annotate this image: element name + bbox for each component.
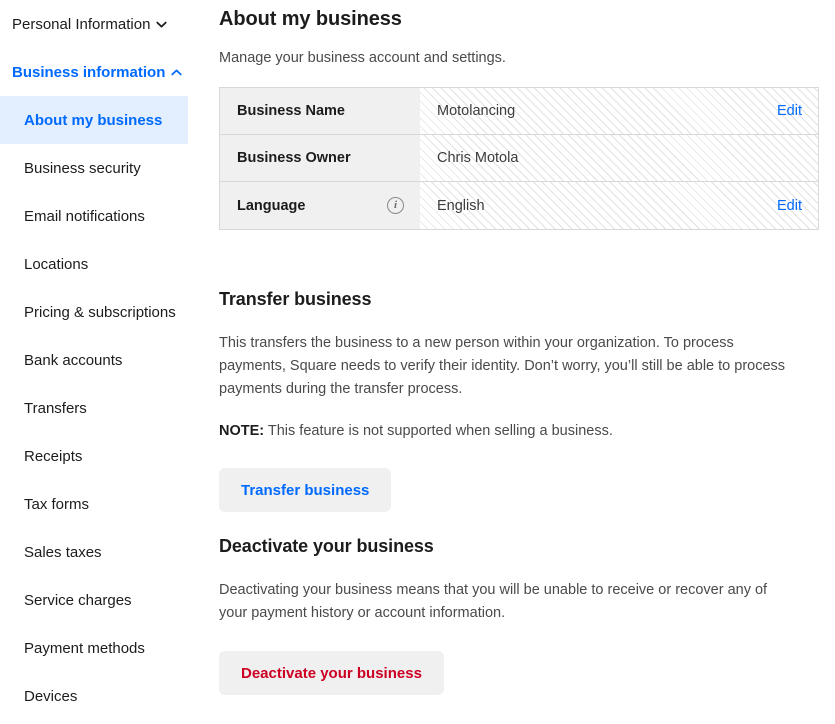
sidebar-item-label: Receipts (24, 447, 83, 465)
table-cell-label: Business Owner (220, 135, 420, 181)
sidebar-item-label: Sales taxes (24, 543, 102, 561)
sidebar-item-transfers[interactable]: Transfers (0, 384, 200, 432)
table-row: Business Name Motolancing Edit (220, 88, 818, 135)
transfer-note-body: This feature is not supported when selli… (267, 423, 613, 439)
transfer-business-description: This transfers the business to a new per… (219, 335, 786, 397)
table-value-text: Motolancing (437, 103, 516, 119)
sidebar-item-business-security[interactable]: Business security (0, 144, 200, 192)
sidebar-item-label: Locations (24, 255, 89, 273)
sidebar-item-service-charges[interactable]: Service charges (0, 576, 200, 624)
sidebar-item-label: Payment methods (24, 639, 145, 657)
table-cell-value: Motolancing Edit (420, 88, 818, 134)
sidebar-item-label: Tax forms (24, 495, 90, 513)
table-cell-value: Chris Motola (420, 135, 818, 181)
sidebar-group-business-information[interactable]: Business information (0, 48, 200, 96)
chevron-down-icon (156, 19, 168, 30)
sidebar-group-label: Personal Information (12, 15, 151, 33)
transfer-business-section: Transfer business This transfers the bus… (219, 289, 835, 512)
table-row: Language i English Edit (220, 182, 818, 229)
page-title: About my business (219, 8, 402, 30)
table-label-text: Business Name (237, 103, 345, 119)
business-info-table: Business Name Motolancing Edit Business … (219, 87, 819, 230)
sidebar-item-bank-accounts[interactable]: Bank accounts (0, 336, 200, 384)
sidebar-item-email-notifications[interactable]: Email notifications (0, 192, 200, 240)
page-subtitle: Manage your business account and setting… (219, 50, 506, 66)
sidebar-item-payment-methods[interactable]: Payment methods (0, 624, 200, 672)
deactivate-business-section: Deactivate your business Deactivating yo… (219, 536, 835, 695)
sidebar-item-label: Email notifications (24, 207, 145, 225)
edit-language-link[interactable]: Edit (777, 198, 802, 214)
table-value-text: English (437, 197, 485, 214)
sidebar-group-label: Business information (12, 63, 166, 81)
table-label-text: Business Owner (237, 150, 351, 166)
edit-business-name-link[interactable]: Edit (777, 103, 802, 119)
transfer-note-prefix: NOTE: (219, 423, 265, 439)
sidebar-item-label: Pricing & subscriptions (24, 303, 176, 321)
deactivate-business-title: Deactivate your business (219, 536, 434, 556)
sidebar-item-label: Business security (24, 159, 141, 177)
sidebar-item-pricing-subscriptions[interactable]: Pricing & subscriptions (0, 288, 200, 336)
sidebar-group-personal-information[interactable]: Personal Information (0, 0, 200, 48)
info-circle-icon[interactable]: i (387, 197, 404, 214)
sidebar-item-label: Transfers (24, 399, 87, 417)
table-cell-value: English Edit (420, 182, 818, 229)
sidebar-item-about-my-business[interactable]: About my business (0, 96, 188, 144)
table-cell-label: Language i (220, 182, 420, 229)
sidebar-item-label: Bank accounts (24, 351, 123, 369)
sidebar-item-label: Devices (24, 687, 78, 705)
table-label-text: Language (237, 197, 306, 214)
table-row: Business Owner Chris Motola (220, 135, 818, 182)
table-value-text: Chris Motola (437, 150, 519, 166)
sidebar-item-receipts[interactable]: Receipts (0, 432, 200, 480)
deactivate-business-button[interactable]: Deactivate your business (219, 651, 444, 695)
settings-sidebar: Personal Information Business informatio… (0, 0, 200, 724)
chevron-up-icon (171, 67, 182, 78)
deactivate-business-description: Deactivating your business means that yo… (219, 582, 768, 621)
table-cell-label: Business Name (220, 88, 420, 134)
transfer-business-note: NOTE: This feature is not supported when… (219, 420, 835, 443)
transfer-business-button[interactable]: Transfer business (219, 468, 392, 512)
sidebar-item-label: About my business (24, 111, 163, 129)
transfer-business-title: Transfer business (219, 289, 372, 309)
sidebar-item-sales-taxes[interactable]: Sales taxes (0, 528, 200, 576)
sidebar-item-locations[interactable]: Locations (0, 240, 200, 288)
sidebar-item-tax-forms[interactable]: Tax forms (0, 480, 200, 528)
settings-page: Personal Information Business informatio… (0, 0, 835, 724)
sidebar-item-devices[interactable]: Devices (0, 672, 200, 720)
sidebar-item-label: Service charges (24, 591, 132, 609)
